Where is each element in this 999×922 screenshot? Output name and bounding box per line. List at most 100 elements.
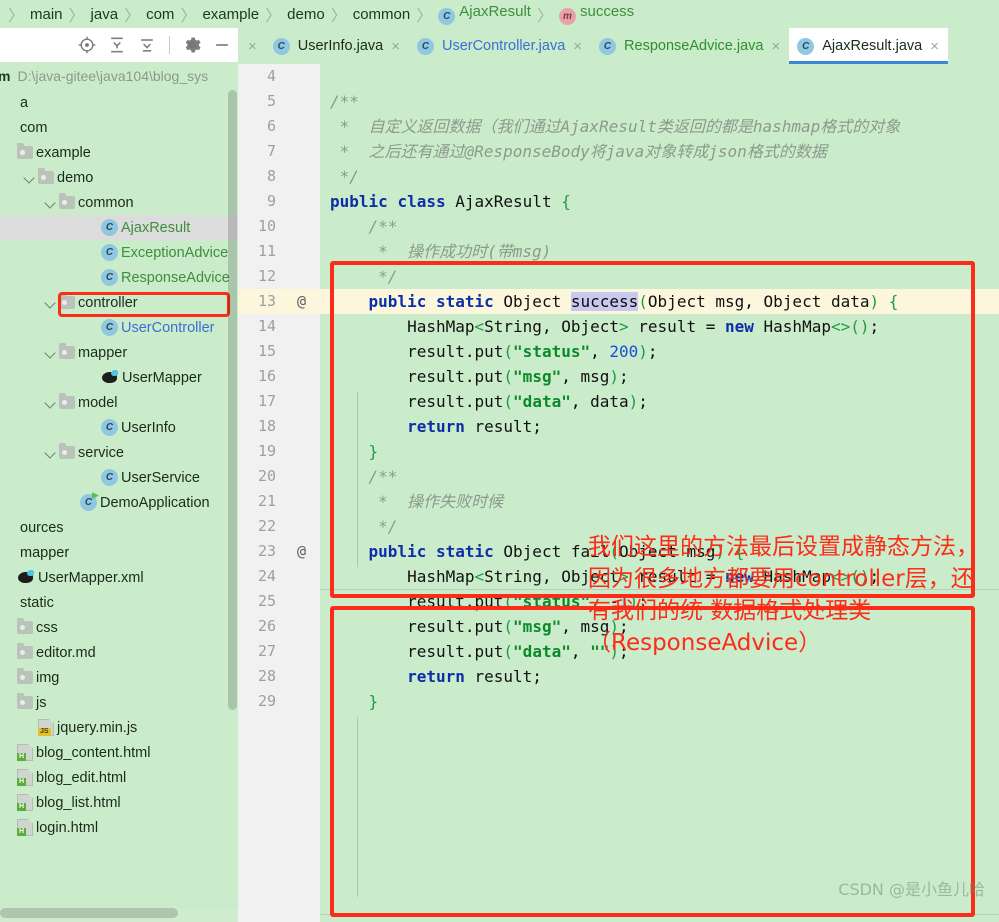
close-icon[interactable]: × [571, 39, 584, 54]
tree-item[interactable]: model [0, 390, 238, 415]
tree-item[interactable]: C UserService [0, 465, 238, 490]
tree-item[interactable]: static [0, 590, 238, 615]
minimize-icon[interactable] [212, 35, 232, 55]
tab-label: AjaxResult.java [822, 38, 923, 54]
tree-item[interactable]: UserMapper.xml [0, 565, 238, 590]
code-line[interactable]: * 操作失败时候 [320, 489, 999, 514]
code-editor[interactable]: /** * 自定义返回数据（我们通过AjaxResult类返回的都是hashma… [320, 64, 999, 922]
tab-ajaxresult[interactable]: C AjaxResult.java × [789, 28, 948, 64]
tree-item[interactable]: controller [0, 290, 238, 315]
collapse-all-icon[interactable] [137, 35, 157, 55]
code-line[interactable]: HashMap<String, Object> result = new Has… [320, 314, 999, 339]
close-icon[interactable]: × [770, 39, 783, 54]
tree-item[interactable]: C ExceptionAdvice [0, 240, 238, 265]
code-line[interactable]: } [320, 439, 999, 464]
folder-icon [59, 443, 75, 459]
close-icon[interactable]: × [389, 39, 402, 54]
tree-item[interactable]: UserMapper [0, 365, 238, 390]
tree-item[interactable]: img [0, 665, 238, 690]
code-line[interactable]: /** [320, 89, 999, 114]
tree-horizontal-scrollbar[interactable] [0, 908, 178, 918]
tab-usercontroller[interactable]: C UserController.java × [409, 28, 591, 64]
tree-item-label: css [36, 619, 58, 636]
breadcrumb-item-common[interactable]: common [353, 6, 411, 23]
tree-item[interactable]: service [0, 440, 238, 465]
tree-item[interactable]: common [0, 190, 238, 215]
tree-item[interactable]: Hblog_list.html [0, 790, 238, 815]
breadcrumb-item-success[interactable]: m success [558, 3, 634, 25]
tree-item[interactable]: C UserController [0, 315, 238, 340]
code-line[interactable]: */ [320, 264, 999, 289]
code-line[interactable]: */ [320, 164, 999, 189]
tree-item[interactable]: C AjaxResult [0, 215, 238, 240]
tree-item[interactable]: js [0, 690, 238, 715]
code-line[interactable]: * 自定义返回数据（我们通过AjaxResult类返回的都是hashmap格式的… [320, 114, 999, 139]
tree-vertical-scrollbar[interactable] [228, 90, 237, 710]
tab-userinfo[interactable]: C UserInfo.java × [265, 28, 409, 64]
locate-file-icon[interactable] [77, 35, 97, 55]
code-line[interactable]: public class AjaxResult { [320, 189, 999, 214]
code-line[interactable]: } [320, 689, 999, 714]
chevron-down-icon[interactable] [44, 446, 57, 459]
code-line[interactable]: * 操作成功时(带msg) [320, 239, 999, 264]
breadcrumb-item-example[interactable]: example [202, 6, 259, 23]
tree-item-label: com [20, 119, 48, 136]
close-icon[interactable]: × [928, 39, 941, 54]
tree-item[interactable]: editor.md [0, 640, 238, 665]
annotation-marker[interactable]: @ [297, 539, 306, 564]
breadcrumb-item-com[interactable]: com [146, 6, 174, 23]
breadcrumb-item-main[interactable]: main [30, 6, 63, 23]
code-line[interactable]: * 之后还有通过@ResponseBody将java对象转成json格式的数据 [320, 139, 999, 164]
tree-item[interactable]: example [0, 140, 238, 165]
tree-item[interactable]: Hlogin.html [0, 815, 238, 840]
tree-item[interactable]: demo [0, 165, 238, 190]
line-number: 21 [257, 492, 276, 510]
tree-item[interactable]: css [0, 615, 238, 640]
tree-item-label: js [36, 694, 47, 711]
code-line[interactable] [320, 64, 999, 89]
project-root-row[interactable]: m D:\java-gitee\java104\blog_sys [0, 62, 238, 90]
close-icon[interactable]: × [246, 39, 259, 54]
tab-responseadvice[interactable]: C ResponseAdvice.java × [591, 28, 789, 64]
annotation-marker[interactable]: @ [297, 289, 306, 314]
tree-item[interactable]: C ResponseAdvice [0, 265, 238, 290]
code-line[interactable]: /** [320, 214, 999, 239]
line-number: 12 [257, 267, 276, 285]
line-number: 22 [257, 517, 276, 535]
tree-item[interactable]: Hblog_edit.html [0, 765, 238, 790]
class-icon: C [101, 219, 118, 236]
tree-item[interactable]: JS jquery.min.js [0, 715, 238, 740]
chevron-down-icon[interactable] [23, 171, 36, 184]
code-line[interactable]: public static Object success(Object msg,… [320, 289, 999, 314]
code-line[interactable]: return result; [320, 414, 999, 439]
tree-item[interactable]: mapper [0, 540, 238, 565]
line-number: 28 [257, 667, 276, 685]
chevron-down-icon[interactable] [44, 296, 57, 309]
tree-item[interactable]: C UserInfo [0, 415, 238, 440]
code-line[interactable]: result.put("status", 200); [320, 339, 999, 364]
tree-item[interactable]: a [0, 90, 238, 115]
tree-item[interactable]: C DemoApplication [0, 490, 238, 515]
tree-item-label: DemoApplication [100, 494, 210, 511]
gear-icon[interactable] [182, 35, 202, 55]
tree-item[interactable]: com [0, 115, 238, 140]
tree-item-label: jquery.min.js [57, 719, 138, 736]
expand-all-icon[interactable] [107, 35, 127, 55]
breadcrumb-item-ajaxresult[interactable]: C AjaxResult [438, 3, 531, 25]
code-line[interactable]: return result; [320, 664, 999, 689]
tree-item[interactable]: Hblog_content.html [0, 740, 238, 765]
tree-item[interactable]: mapper [0, 340, 238, 365]
project-tree[interactable]: a com example demo common C AjaxResult C Excepti… [0, 90, 238, 908]
tree-item[interactable]: ources [0, 515, 238, 540]
chevron-down-icon[interactable] [44, 196, 57, 209]
chevron-down-icon[interactable] [44, 396, 57, 409]
chevron-down-icon[interactable] [44, 346, 57, 359]
breadcrumb-item-demo[interactable]: demo [287, 6, 325, 23]
breadcrumb-separator: 〉 [416, 8, 433, 25]
breadcrumb-item-java[interactable]: java [91, 6, 119, 23]
breadcrumb-separator: 〉 [68, 8, 85, 25]
code-line[interactable]: result.put("msg", msg); [320, 364, 999, 389]
code-line[interactable]: /** [320, 464, 999, 489]
code-line[interactable]: result.put("data", data); [320, 389, 999, 414]
